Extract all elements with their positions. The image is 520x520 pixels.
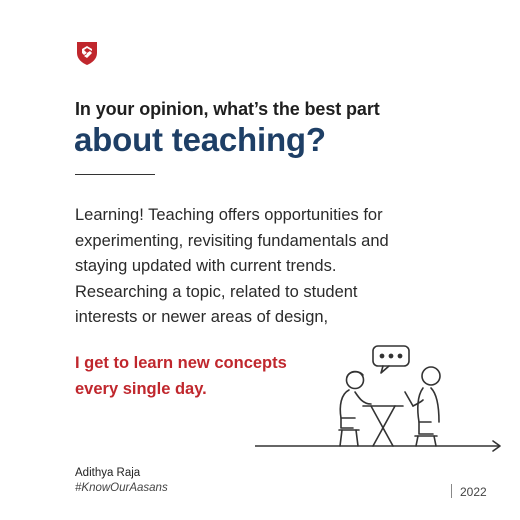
- answer-line: Researching a topic, related to student: [75, 282, 358, 301]
- answer-line: interests or newer areas of design,: [75, 308, 329, 326]
- question-line-1: In your opinion, what’s the best part: [75, 99, 380, 119]
- answer-text: Learning! Teaching offers opportunities …: [75, 203, 435, 331]
- brand-logo-icon: [77, 42, 97, 65]
- year-separator: [451, 484, 452, 498]
- year-label: 2022: [460, 485, 487, 499]
- conversation-illustration-icon: [255, 345, 501, 452]
- divider: [75, 174, 155, 175]
- author-name: Adithya Raja: [75, 467, 141, 479]
- question-line-2: about teaching?: [74, 121, 326, 158]
- answer-line: Learning! Teaching offers opportunities …: [75, 206, 383, 224]
- answer-line: experimenting, revisiting fundamentals a…: [75, 231, 389, 250]
- answer-line: staying updated with current trends.: [75, 257, 337, 275]
- hashtag: #KnowOurAasans: [75, 482, 168, 494]
